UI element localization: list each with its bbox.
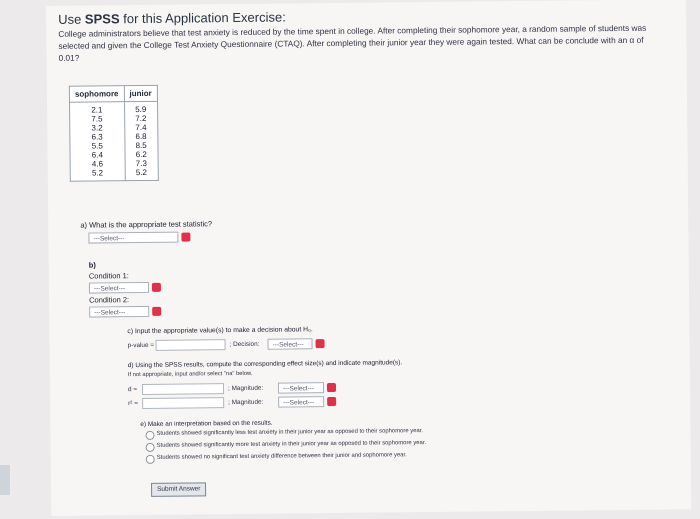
question-panel: Use SPSS for this Application Exercise: …: [46, 0, 692, 516]
cell: 7.3: [135, 158, 147, 169]
question-c-label: c) Input the appropriate value(s) to mak…: [127, 326, 313, 336]
question-e-label: e) Make an interpretation based on the r…: [140, 419, 273, 429]
cell: 6.2: [135, 149, 147, 160]
magnitude-2-select[interactable]: ---Select---: [278, 396, 325, 408]
option-3-text: Students showed no significant test anxi…: [156, 452, 407, 461]
question-b-label: b): [88, 260, 96, 270]
effect-r2-input[interactable]: [142, 397, 225, 410]
problem-text: College administrators believe that test…: [58, 22, 647, 63]
flag-icon: [151, 282, 161, 292]
option-2-text: Students showed significantly more test …: [156, 440, 427, 449]
radio-option-3[interactable]: [145, 454, 155, 464]
flag-icon: [152, 306, 162, 316]
decision-select[interactable]: ---Select---: [267, 338, 313, 350]
radio-option-1[interactable]: [145, 430, 155, 440]
effect-r2-label: r² =: [128, 400, 138, 408]
condition-1-label: Condition 1:: [88, 271, 129, 281]
option-1-text: Students showed significantly less test …: [156, 428, 424, 437]
junior-values: 5.9 7.2 7.4 6.8 8.5 6.2 7.3 5.2: [124, 101, 159, 181]
condition-2-label: Condition 2:: [89, 295, 130, 305]
p-value-input[interactable]: [155, 339, 226, 351]
flag-icon: [326, 382, 337, 393]
flag-icon: [181, 232, 191, 242]
question-a-label: a) What is the appropriate test statisti…: [80, 219, 213, 230]
cell: 7.4: [135, 122, 147, 133]
effect-d-label: d =: [127, 386, 138, 394]
magnitude-1-select[interactable]: ---Select---: [277, 382, 325, 394]
condition-1-select[interactable]: ---Select---: [88, 281, 150, 294]
page-title: Use SPSS for this Application Exercise:: [58, 9, 286, 27]
magnitude-2-label: ; Magnitude:: [228, 398, 264, 407]
cell: 5.2: [91, 168, 104, 178]
submit-answer-button[interactable]: Submit Answer: [151, 482, 207, 497]
question-d-label: d) Using the SPSS results, compute the c…: [127, 359, 403, 370]
header-sophomore: sophomore: [69, 85, 125, 103]
flag-icon: [327, 396, 337, 407]
condition-2-select[interactable]: ---Select---: [89, 305, 150, 318]
sophomore-values: 2.1 7.5 3.2 6.3 5.5 6.4 4.6 5.2: [69, 101, 125, 182]
decision-label: ; Decision:: [229, 340, 260, 349]
header-junior: junior: [123, 85, 158, 102]
data-table: sophomore junior 2.1 7.5 3.2 6.3 5.5 6.4…: [69, 85, 159, 182]
effect-d-input[interactable]: [141, 383, 225, 396]
cell: 6.8: [135, 131, 147, 142]
cell: 7.2: [135, 113, 147, 124]
magnitude-1-label: ; Magnitude:: [227, 384, 264, 393]
cell: 5.9: [135, 104, 147, 115]
radio-option-2[interactable]: [145, 442, 155, 452]
left-edge-tab: [0, 465, 10, 495]
p-value-label: p-value =: [127, 341, 155, 350]
cell: 5.2: [135, 167, 148, 178]
flag-icon: [315, 339, 325, 349]
cell: 8.5: [135, 140, 147, 151]
test-statistic-select[interactable]: ---Select---: [88, 231, 179, 244]
question-d-note: If not appropriate, input and/or select …: [127, 370, 253, 379]
